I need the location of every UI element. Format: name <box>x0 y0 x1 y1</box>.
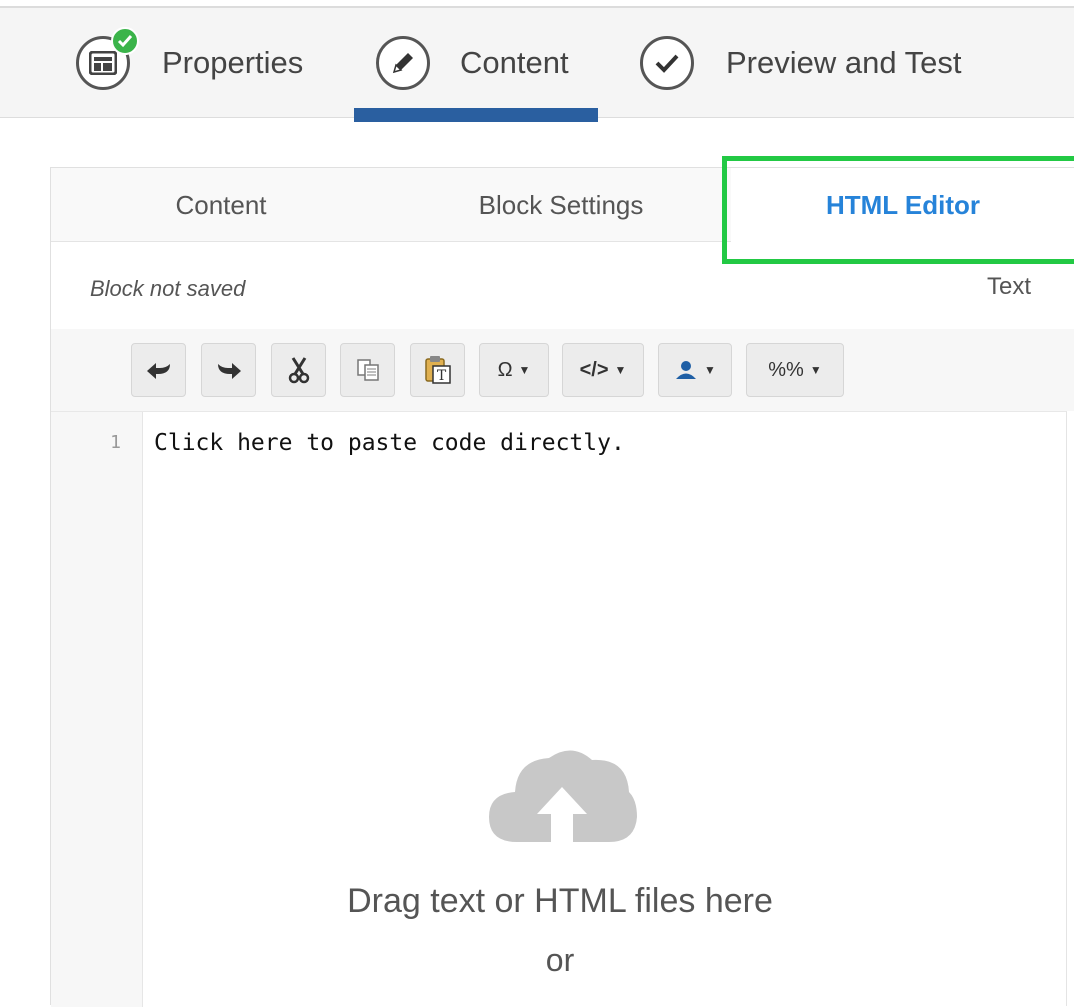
active-step-indicator <box>354 108 598 122</box>
code-editor[interactable]: 1 Click here to paste code directly. Dra… <box>51 411 1067 1007</box>
undo-button[interactable] <box>131 343 186 397</box>
code-dropdown[interactable]: </> ▼ <box>562 343 644 397</box>
line-number: 1 <box>110 432 121 453</box>
cloud-upload-icon <box>489 750 637 842</box>
cut-button[interactable] <box>271 343 326 397</box>
dropdown-label: %% <box>768 358 804 381</box>
editor-tabs: Content Block Settings HTML Editor <box>51 168 1074 242</box>
editor-toolbar: T Ω ▼ </> ▼ ▼ %% ▼ <box>51 329 1074 411</box>
line-number-gutter: 1 <box>51 412 143 1007</box>
wizard-step-label: Content <box>460 45 569 80</box>
undo-icon <box>146 363 170 379</box>
special-chars-dropdown[interactable]: Ω ▼ <box>479 343 549 397</box>
caret-down-icon: ▼ <box>614 363 627 377</box>
save-status: Block not saved <box>90 276 246 301</box>
redo-icon <box>217 363 241 379</box>
personalization-dropdown[interactable]: ▼ <box>658 343 732 397</box>
block-type-label: Text <box>986 273 1031 300</box>
wizard-step-content[interactable]: Content <box>376 8 569 118</box>
cut-icon <box>288 357 309 384</box>
code-line[interactable]: Click here to paste code directly. <box>154 430 625 456</box>
dropzone-or: or <box>545 942 575 978</box>
caret-down-icon: ▼ <box>809 363 822 377</box>
copy-icon <box>356 359 379 381</box>
block-editor-panel: Content Block Settings HTML Editor Block… <box>50 167 1074 1007</box>
completed-check-icon <box>111 27 139 55</box>
wizard-steps: Properties Content Preview and Test <box>0 8 1074 122</box>
check-icon <box>640 36 694 90</box>
dropdown-label: Ω <box>497 358 513 381</box>
copy-button[interactable] <box>340 343 395 397</box>
paste-text-button[interactable]: T <box>410 343 465 397</box>
layout-icon <box>76 27 139 90</box>
wizard-step-properties[interactable]: Properties <box>76 8 303 118</box>
wizard-step-preview[interactable]: Preview and Test <box>640 8 962 118</box>
top-border <box>0 0 1074 8</box>
tab-content[interactable]: Content <box>51 168 391 242</box>
tab-html-editor[interactable]: HTML Editor <box>731 168 1074 242</box>
status-row: Block not saved Text <box>51 243 1074 329</box>
wizard-step-label: Properties <box>162 45 304 80</box>
merge-tags-dropdown[interactable]: %% ▼ <box>746 343 844 397</box>
redo-button[interactable] <box>201 343 256 397</box>
file-dropzone[interactable]: Drag text or HTML files here or <box>143 742 1067 1007</box>
caret-down-icon: ▼ <box>704 363 716 377</box>
dropdown-label: </> <box>579 358 609 381</box>
user-icon <box>676 361 697 379</box>
paste-text-icon: T <box>424 356 451 384</box>
dropzone-text: Drag text or HTML files here <box>347 882 773 920</box>
caret-down-icon: ▼ <box>518 363 531 377</box>
pencil-icon <box>376 36 430 90</box>
wizard-step-label: Preview and Test <box>726 45 962 80</box>
svg-text:T: T <box>436 368 446 384</box>
tab-block-settings[interactable]: Block Settings <box>391 168 731 242</box>
